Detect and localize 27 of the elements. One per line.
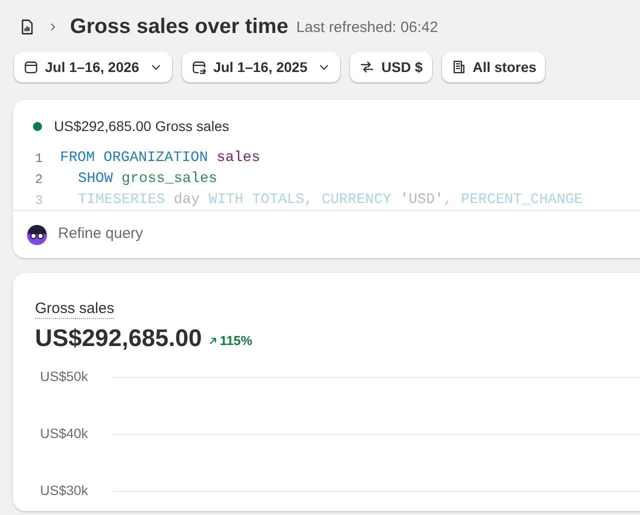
filter-button[interactable]: USD $ xyxy=(350,52,432,82)
change-percent: 115% xyxy=(220,332,252,350)
building-icon xyxy=(450,59,467,75)
refine-query-input[interactable]: Refine query xyxy=(58,223,144,246)
assistant-avatar-icon xyxy=(26,224,48,246)
metric-value: US$292,685.00 xyxy=(35,324,202,354)
last-refreshed-text: Last refreshed: 06:42 xyxy=(296,18,438,38)
arrow-up-right-icon xyxy=(208,336,218,346)
line-number: 1 xyxy=(34,150,44,168)
currency-exchange-icon xyxy=(359,59,376,75)
metric-title: Gross sales xyxy=(35,299,114,319)
code-line: SHOW gross_sales xyxy=(77,170,218,189)
axis-label: US$30k xyxy=(39,482,90,500)
calendar-icon xyxy=(23,59,39,75)
filter-button[interactable]: Jul 1–16, 2025 xyxy=(182,52,340,82)
code-line: TIMESERIES day WITH TOTALS, CURRENCY 'USD', PERCENT_CHANGE xyxy=(77,190,583,210)
code-line: FROM ORGANIZATION sales xyxy=(60,148,260,168)
filter-button[interactable]: Jul 1–16, 2026 xyxy=(14,52,172,82)
line-number: 3 xyxy=(34,192,44,210)
filter-button[interactable]: All stores xyxy=(442,52,546,82)
series-label: US$292,685.00 Gross sales xyxy=(54,117,230,136)
calendar-compare-icon xyxy=(191,59,208,75)
line-number: 2 xyxy=(34,170,44,189)
chevron-right-icon xyxy=(48,22,58,32)
axis-label: US$50k xyxy=(39,368,90,386)
axis-label: US$40k xyxy=(39,425,90,444)
page-title: Gross sales over time xyxy=(70,14,288,40)
